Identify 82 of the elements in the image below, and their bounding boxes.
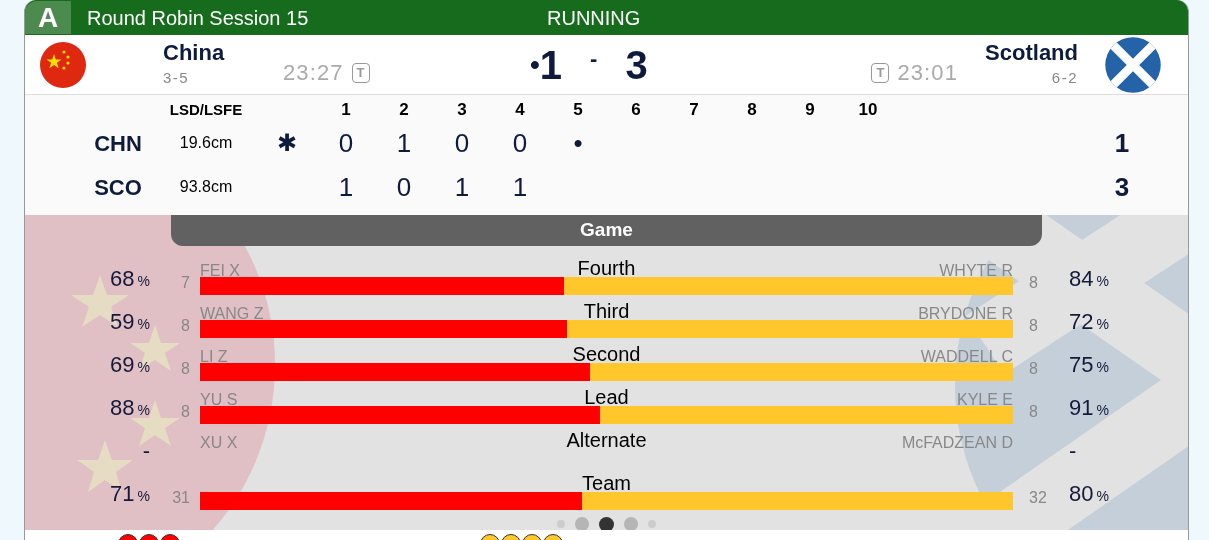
position-label: Second — [572, 343, 641, 365]
clock-time: 23:27 — [283, 59, 344, 87]
player-name: WANG Z — [200, 305, 264, 322]
shot-percentage: 59% — [109, 308, 150, 336]
shot-percentage: 72% — [1069, 308, 1110, 336]
lsd-value: 19.6cm — [178, 133, 234, 153]
team-record: 3-5 — [163, 68, 190, 89]
shot-percentage: 88% — [109, 394, 150, 422]
position-label: Third — [583, 300, 630, 322]
shot-percentage: 84% — [1069, 265, 1110, 293]
end-score: 1 — [338, 170, 354, 204]
shot-percentage: - — [141, 437, 150, 465]
player-name: McFADZEAN D — [901, 434, 1013, 451]
column-heading: LSD/LSFE — [168, 99, 244, 120]
shot-count: 8 — [1029, 359, 1039, 379]
shot-percentage: 91% — [1069, 394, 1110, 422]
sheet-badge: A — [25, 1, 71, 34]
end-heading: 8 — [746, 99, 758, 122]
shot-count: 32 — [1029, 488, 1048, 508]
end-score: 1 — [396, 126, 412, 160]
position-label: Alternate — [566, 429, 647, 451]
player-name: FEI X — [200, 262, 240, 279]
shot-percentage: 69% — [109, 351, 150, 379]
player-name: XU X — [200, 434, 238, 451]
team-name: Scotland — [985, 39, 1078, 68]
shot-percentage: 68% — [109, 265, 150, 293]
end-heading: 4 — [514, 99, 526, 122]
score-separator: - — [590, 44, 598, 73]
end-score: 0 — [512, 126, 528, 160]
total-score: 3 — [1113, 170, 1131, 204]
end-score: • — [573, 126, 583, 160]
end-score: 1 — [454, 170, 470, 204]
hammer-dot: • — [530, 48, 540, 82]
timeout-icon: T — [351, 62, 370, 83]
shot-count: 7 — [180, 273, 190, 293]
team-abbreviation: CHN — [93, 129, 143, 158]
lsd-value: 93.8cm — [178, 177, 234, 197]
end-heading: 3 — [456, 99, 468, 122]
player-name: LI Z — [200, 348, 228, 365]
game-status: RUNNING — [547, 5, 641, 31]
china-flag-icon — [40, 41, 86, 88]
shot-count: 8 — [180, 359, 190, 379]
shot-percentage: - — [1069, 437, 1078, 465]
end-heading: 1 — [340, 99, 352, 122]
end-heading: 6 — [630, 99, 642, 122]
shot-count: 8 — [1029, 273, 1039, 293]
position-label: Lead — [584, 386, 629, 408]
player-name: WHYTE R — [939, 262, 1013, 279]
team-abbreviation: SCO — [93, 173, 143, 202]
player-name: KYLE E — [956, 391, 1013, 408]
shot-count: 8 — [1029, 316, 1039, 336]
total-score: 1 — [1113, 126, 1131, 160]
game-tab[interactable]: Game — [171, 215, 1042, 246]
shot-count: 8 — [180, 316, 190, 336]
player-name: YU S — [200, 391, 238, 408]
shot-count: 8 — [180, 402, 190, 422]
player-name: WADDELL C — [920, 348, 1013, 365]
end-score: 0 — [396, 170, 412, 204]
shot-percentage: 71% — [109, 480, 150, 508]
timeout-icon: T — [871, 62, 890, 83]
player-name: BRYDONE R — [918, 305, 1013, 322]
session-title: Round Robin Session 15 — [87, 5, 310, 31]
end-heading: 2 — [398, 99, 410, 122]
shot-percentage: 80% — [1069, 480, 1110, 508]
shot-percentage: 75% — [1069, 351, 1110, 379]
end-heading: 7 — [688, 99, 700, 122]
team-record: 6-2 — [1051, 68, 1078, 89]
end-heading: 9 — [804, 99, 816, 122]
end-score: 0 — [454, 126, 470, 160]
end-heading: 5 — [572, 99, 584, 122]
position-label: Team — [582, 472, 631, 494]
shot-count: 8 — [1029, 402, 1039, 422]
team-score: 1 — [539, 43, 563, 87]
team-score: 3 — [625, 43, 648, 87]
team-name: China — [163, 39, 225, 68]
end-score: 0 — [338, 126, 354, 160]
hammer-icon: ✱ — [277, 125, 297, 161]
clock-time: 23:01 — [897, 59, 958, 87]
end-heading: 10 — [857, 99, 879, 122]
shot-count: 31 — [171, 488, 190, 508]
position-label: Fourth — [577, 257, 636, 279]
end-score: 1 — [512, 170, 528, 204]
